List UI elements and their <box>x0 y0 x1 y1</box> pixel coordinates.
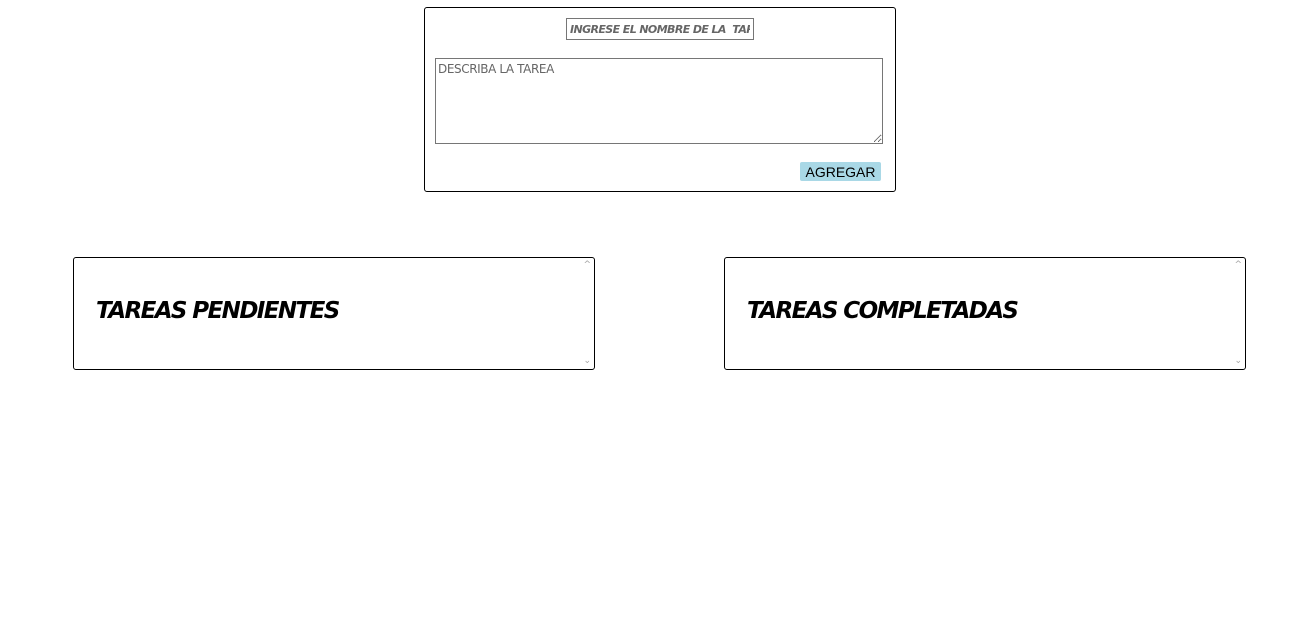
task-description-textarea[interactable] <box>435 58 883 144</box>
task-name-input[interactable] <box>566 18 754 40</box>
chevron-up-icon[interactable]: ^ <box>1234 261 1242 270</box>
completed-tasks-panel[interactable]: TAREAS COMPLETADAS ^ ⌄ <box>724 257 1246 370</box>
chevron-up-icon[interactable]: ^ <box>583 261 591 270</box>
pending-tasks-scrollbar[interactable]: ^ ⌄ <box>580 258 594 369</box>
chevron-down-icon[interactable]: ⌄ <box>1234 357 1242 366</box>
task-form: AGREGAR <box>424 7 896 192</box>
completed-tasks-scrollbar[interactable]: ^ ⌄ <box>1231 258 1245 369</box>
add-task-button[interactable]: AGREGAR <box>800 162 881 181</box>
completed-tasks-title: TAREAS COMPLETADAS <box>747 298 1019 324</box>
chevron-down-icon[interactable]: ⌄ <box>583 357 591 366</box>
pending-tasks-title: TAREAS PENDIENTES <box>96 298 340 324</box>
pending-tasks-panel[interactable]: TAREAS PENDIENTES ^ ⌄ <box>73 257 595 370</box>
